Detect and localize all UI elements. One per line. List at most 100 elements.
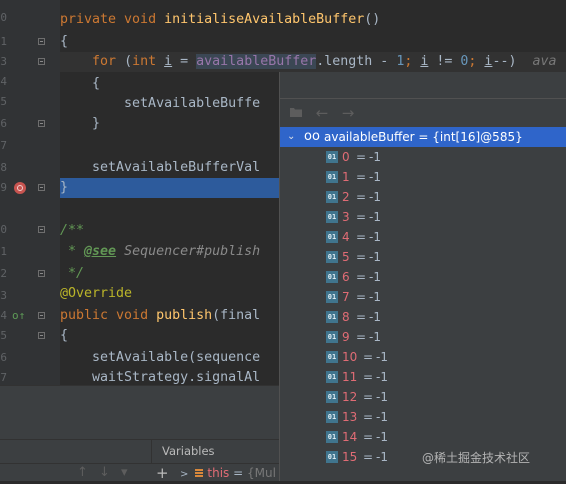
tree-item-index: 4 [342,230,350,244]
debug-panel: Variables ↑ ↓ ▾ + > this = {Mul [0,385,279,482]
line-number: 4 [0,75,7,88]
popup-toolbar: ← → [280,99,566,127]
add-watch-icon[interactable]: + [156,464,169,482]
line-number: 2 [0,267,7,280]
gutter-line: 4 [0,72,60,92]
tree-item-equals: = [356,170,367,184]
tree-item[interactable]: 01 4 = -1 [280,227,566,247]
tree-item[interactable]: 01 3 = -1 [280,207,566,227]
watch-glasses-icon: oo [304,129,320,144]
code-token: Sequencer#publish [116,244,261,259]
tree-item-equals: = [356,330,367,344]
popup-header[interactable] [280,72,566,99]
tree-item-value: -1 [369,290,381,304]
primitive-int-icon: 01 [326,151,338,163]
down-arrow-icon[interactable]: ↓ [99,464,110,482]
tree-item-value: -1 [369,170,381,184]
code-token: { [60,328,69,343]
tree-item[interactable]: 01 14 = -1 [280,427,566,447]
code-token: != [428,54,461,69]
tree-item-value: -1 [369,250,381,264]
tree-item-value: -1 [369,270,381,284]
fold-icon[interactable] [38,312,45,319]
gutter-line: 7 [0,368,60,385]
line-number: 1 [0,35,7,48]
tree-item-equals: = [356,150,367,164]
tree-item[interactable]: 01 13 = -1 [280,407,566,427]
tree-item[interactable]: 01 0 = -1 [280,147,566,167]
variables-title[interactable]: Variables [162,440,215,463]
code-line[interactable]: { [60,32,566,52]
code-token: ; [404,54,421,69]
tree-item[interactable]: 01 11 = -1 [280,367,566,387]
breakpoint-icon[interactable] [14,182,26,194]
fold-icon[interactable] [38,38,45,45]
tree-item[interactable]: 01 10 = -1 [280,347,566,367]
code-token: .length - [316,54,397,69]
tree-item-index: 9 [342,330,350,344]
fold-icon[interactable] [38,120,45,127]
line-number: 0 [0,11,7,24]
chevron-right-icon[interactable]: > [180,469,188,480]
tree-item-equals: = [363,370,374,384]
tree-item-index: 12 [342,390,358,404]
primitive-int-icon: 01 [326,451,338,463]
list-icon [195,469,204,478]
tree-item[interactable]: 01 7 = -1 [280,287,566,307]
code-token: i [164,54,173,69]
tree-item[interactable]: 01 5 = -1 [280,247,566,267]
code-token: */ [60,266,85,281]
tree-item-value: -1 [376,430,388,444]
tree-item[interactable]: 01 2 = -1 [280,187,566,207]
primitive-int-icon: 01 [326,251,338,263]
filter-icon[interactable]: ▾ [121,464,128,482]
code-token: int [132,54,165,69]
code-line[interactable]: private void initialiseAvailableBuffer() [60,10,566,30]
tree-item[interactable]: 01 9 = -1 [280,327,566,347]
forward-arrow-icon[interactable]: → [338,103,358,123]
line-number: 5 [0,329,7,342]
up-arrow-icon[interactable]: ↑ [77,464,88,482]
tree-item-equals: = [356,310,367,324]
fold-icon[interactable] [38,58,45,65]
gutter-line: 7 [0,136,60,156]
tree-item[interactable]: 01 6 = -1 [280,267,566,287]
line-number: 5 [0,95,7,108]
evaluate-popup[interactable]: ← → ⌄ oo availableBuffer = {int[16]@585}… [279,72,566,481]
tree-item[interactable]: 01 1 = -1 [280,167,566,187]
tree-item-index: 2 [342,190,350,204]
primitive-int-icon: 01 [326,191,338,203]
code-token: waitStrategy.signalAl [60,370,261,385]
fold-icon[interactable] [38,270,45,277]
variable-name: this [207,466,230,480]
folder-icon[interactable] [286,103,306,123]
gutter-line: 4 o↑ [0,306,60,326]
override-icon[interactable]: o↑ [12,309,25,323]
tree-root-node[interactable]: ⌄ oo availableBuffer = {int[16]@585} [280,127,566,147]
tree-item-equals: = [356,250,367,264]
tree-item-value: -1 [369,150,381,164]
gutter-line: 6 [0,348,60,368]
back-arrow-icon[interactable]: ← [312,103,332,123]
fold-icon[interactable] [38,332,45,339]
tree-item-index: 14 [342,430,358,444]
line-number: 3 [0,289,7,302]
primitive-int-icon: 01 [326,351,338,363]
chevron-down-icon[interactable]: ⌄ [287,127,295,147]
tree-item-index: 5 [342,250,350,264]
code-token: = [172,54,197,69]
gutter-line: 3 [0,52,60,72]
tree-item-value: -1 [369,310,381,324]
tree-item[interactable]: 01 12 = -1 [280,387,566,407]
gutter-line: 6 [0,114,60,134]
tree-item-equals: = [356,190,367,204]
variable-row[interactable]: > this = {Mul [180,464,276,482]
code-line[interactable]: for (int i = availableBuffer.length - 1;… [60,52,566,72]
tree-item-index: 3 [342,210,350,224]
fold-icon[interactable] [38,184,45,191]
inline-hint: ava [516,54,557,69]
tree-item-index: 0 [342,150,350,164]
editor-gutter[interactable]: 0 1 3 4 5 6 7 8 9 0 1 2 3 4 o↑ 5 6 7 [0,0,60,385]
fold-icon[interactable] [38,226,45,233]
tree-item[interactable]: 01 8 = -1 [280,307,566,327]
